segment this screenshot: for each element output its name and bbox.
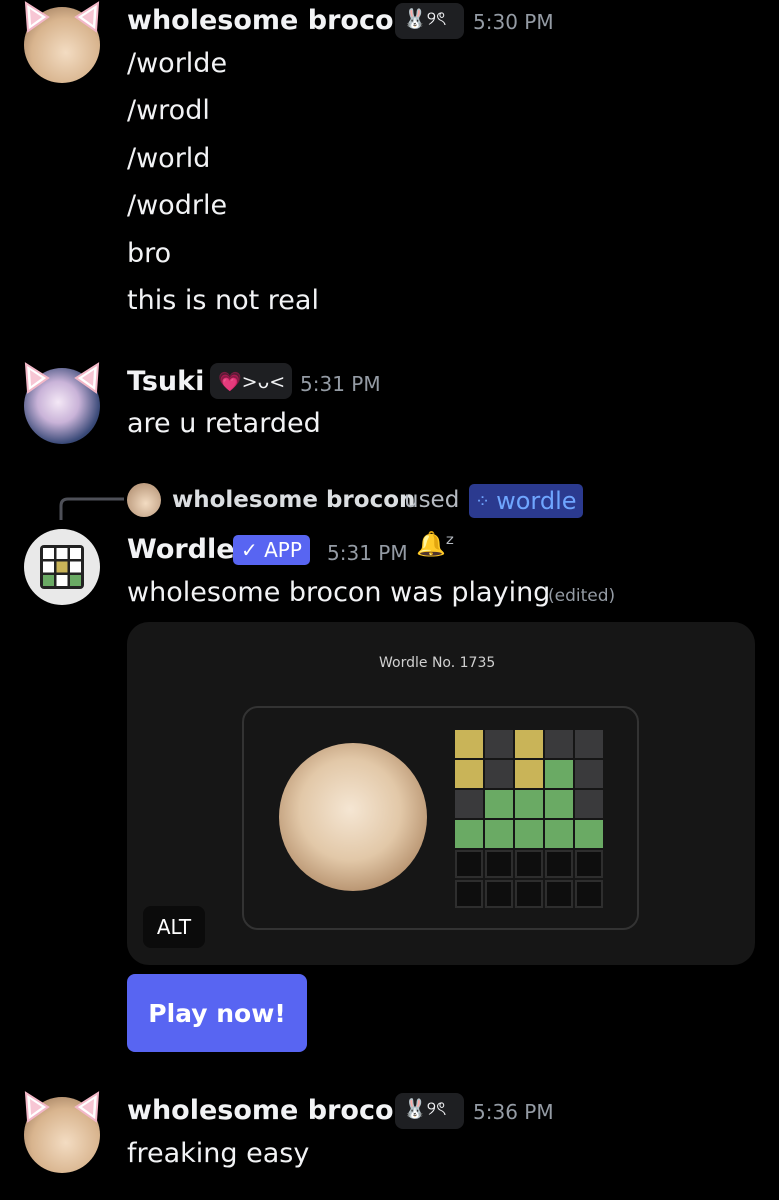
wordle-cell [575,820,603,848]
wordle-cell [515,820,543,848]
play-now-button[interactable]: Play now! [127,974,307,1052]
wordle-cell [515,790,543,818]
player-avatar-image [279,743,427,891]
wordle-cell [545,850,573,878]
user-tag: 🐰୨ৎ [395,3,464,39]
wordle-cell [515,850,543,878]
timestamp: 5:36 PM [473,1100,554,1124]
reply-user[interactable]: wholesome brocon [172,487,415,513]
wordle-cell [575,760,603,788]
wordle-cell [545,820,573,848]
message-line: freaking easy [127,1138,310,1169]
command-name: wordle [496,487,577,515]
wordle-cell [455,820,483,848]
timestamp: 5:31 PM [327,541,408,565]
message-line: wholesome brocon was playing [127,577,551,608]
message-line: /wrodl [127,95,210,126]
slash-command-chip[interactable]: ⁘ wordle [469,484,583,518]
command-icon: ⁘ [475,490,491,512]
message-line: /worlde [127,48,228,79]
wordle-cell [485,820,513,848]
wordle-cell [485,790,513,818]
author-name[interactable]: wholesome brocon [127,5,413,36]
cat-ears-icon [24,362,100,394]
reply-connector [59,497,124,520]
cat-ears-icon [24,1,100,33]
avatar-wordle[interactable] [24,529,100,605]
wordle-cell [575,880,603,908]
wordle-logo-icon [40,545,84,589]
message-line: /world [127,143,211,174]
wordle-cell [515,880,543,908]
wordle-cell [485,760,513,788]
author-name[interactable]: Wordle [127,534,235,565]
wordle-cell [545,730,573,758]
user-tag: 🐰୨ৎ [395,1093,464,1129]
message-line: /wodrle [127,190,228,221]
wordle-cell [455,850,483,878]
wordle-cell [455,730,483,758]
wordle-cell [575,730,603,758]
message-line: this is not real [127,285,319,316]
reply-used-text: used [404,487,460,513]
wordle-cell [485,730,513,758]
app-badge: ✓ APP [233,535,310,565]
author-name[interactable]: wholesome brocon [127,1095,413,1126]
author-name[interactable]: Tsuki [127,366,204,397]
wordle-cell [545,880,573,908]
timestamp: 5:31 PM [300,372,381,396]
wordle-cell [575,790,603,818]
edited-label: (edited) [548,586,616,606]
wordle-cell [455,760,483,788]
avatar-tsuki[interactable] [24,362,100,444]
embed-title: Wordle No. 1735 [379,655,496,671]
avatar-wholesome-brocon[interactable] [24,1,100,83]
user-tag: 💗>ᴗ< [210,363,292,399]
snooze-bell-icon: 🔔ᶻ [416,530,455,558]
wordle-cell [545,790,573,818]
cat-ears-icon [24,1091,100,1123]
wordle-cell [485,850,513,878]
message-line: bro [127,238,172,269]
wordle-cell [455,790,483,818]
wordle-cell [575,850,603,878]
wordle-cell [455,880,483,908]
wordle-grid [455,730,603,908]
alt-text-button[interactable]: ALT [143,906,205,948]
message-line: are u retarded [127,408,321,439]
wordle-cell [515,760,543,788]
wordle-cell [515,730,543,758]
timestamp: 5:30 PM [473,10,554,34]
reply-avatar[interactable] [127,483,161,517]
wordle-cell [545,760,573,788]
wordle-cell [485,880,513,908]
avatar-wholesome-brocon[interactable] [24,1091,100,1173]
